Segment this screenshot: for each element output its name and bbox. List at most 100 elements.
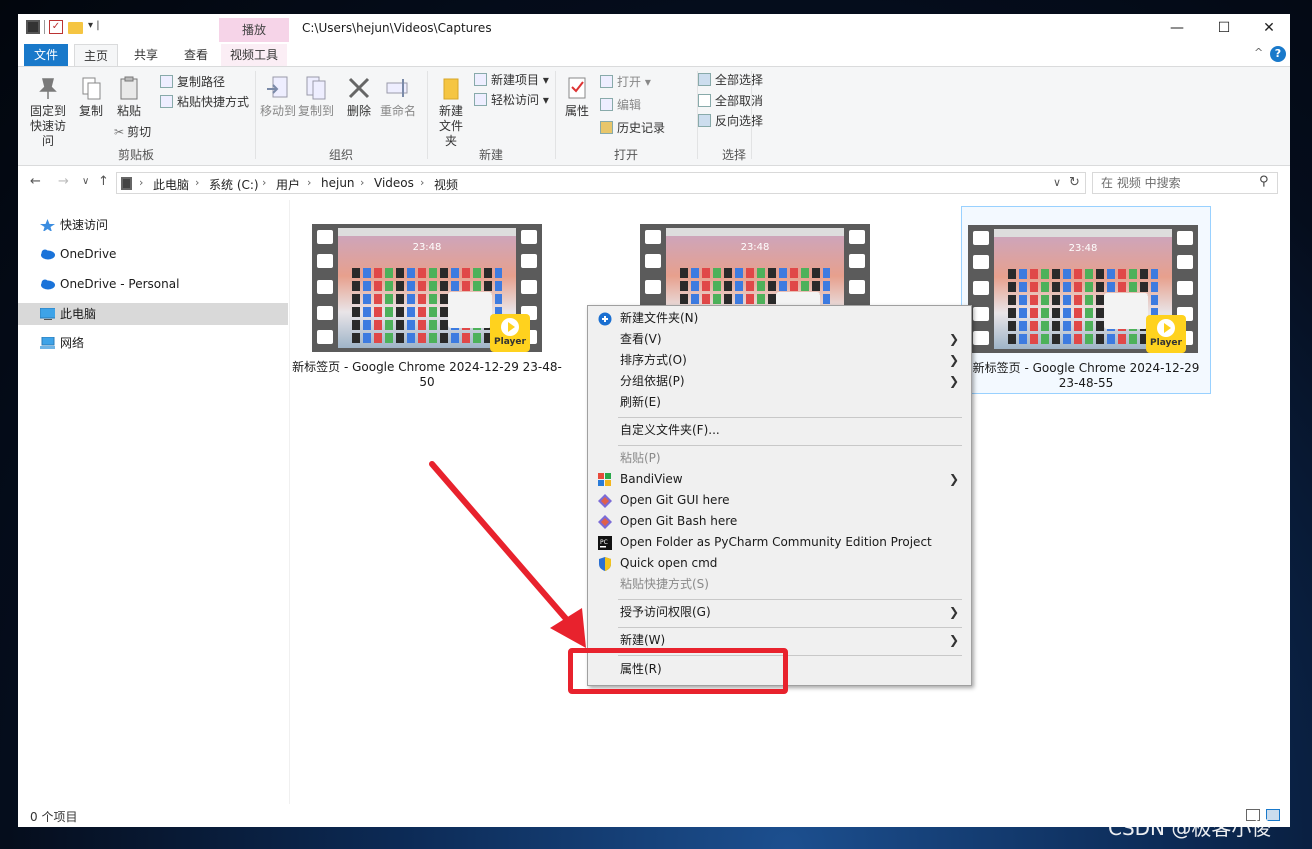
menu-item-new-folder[interactable]: 新建文件夹(N)	[590, 308, 969, 329]
properties-button[interactable]: 属性	[562, 75, 592, 119]
tab-file[interactable]: 文件	[24, 44, 68, 66]
tab-video-tools[interactable]: 视频工具	[221, 44, 287, 66]
menu-item-sort-by[interactable]: 排序方式(O) ❯	[590, 350, 969, 371]
this-pc-icon	[121, 177, 132, 190]
ribbon: 固定到快速访问 复制 粘贴 复制路径 粘贴快捷方式 ✂ 剪切 剪贴板 移动到 复…	[18, 66, 1290, 166]
move-to-button[interactable]: 移动到	[260, 75, 296, 119]
menu-item-quick-open-cmd[interactable]: Quick open cmd	[590, 553, 969, 574]
search-input[interactable]	[1093, 173, 1253, 193]
file-item[interactable]: 23:48 Player 新标签页 - Google Chrome 2024-1…	[292, 206, 562, 394]
breadcrumb-separator[interactable]: ›	[360, 176, 364, 189]
tab-share[interactable]: 共享	[124, 44, 168, 66]
pin-quick-access-button[interactable]: 固定到快速访问	[22, 75, 74, 149]
address-bar[interactable]: › 此电脑 › 系统 (C:) › 用户 › hejun › Videos › …	[116, 172, 1086, 194]
menu-item-customize-folder[interactable]: 自定义文件夹(F)...	[590, 420, 969, 441]
back-arrow-icon[interactable]: ←	[30, 174, 41, 189]
select-all-button[interactable]: 全部选择	[698, 71, 763, 89]
tab-home[interactable]: 主页	[74, 44, 118, 66]
chevron-up-icon[interactable]: ^	[1254, 46, 1263, 59]
menu-item-give-access[interactable]: 授予访问权限(G) ❯	[590, 602, 969, 623]
submenu-arrow-icon: ❯	[948, 472, 959, 486]
invert-selection-button[interactable]: 反向选择	[698, 112, 763, 130]
breadcrumb-videos[interactable]: Videos	[374, 176, 414, 190]
rename-button[interactable]: 重命名	[378, 75, 418, 119]
new-group-label: 新建	[478, 148, 503, 162]
git-icon	[598, 515, 612, 529]
open-button[interactable]: 打开 ▾	[600, 73, 651, 91]
edit-button[interactable]: 编辑	[600, 96, 641, 114]
copy-path-icon	[160, 75, 173, 88]
copy-to-button[interactable]: 复制到	[298, 75, 334, 119]
invert-selection-icon	[698, 114, 711, 127]
menu-separator	[618, 627, 962, 628]
select-none-button[interactable]: 全部取消	[698, 92, 763, 110]
ribbon-tabs: 文件 主页 共享 查看 视频工具 ^ ?	[18, 42, 1290, 66]
properties-check-icon[interactable]: ✓	[49, 20, 63, 34]
nav-item-onedrive-personal[interactable]: OneDrive - Personal	[18, 273, 288, 295]
close-button[interactable]: ✕	[1246, 14, 1290, 42]
context-menu: 新建文件夹(N) 查看(V) ❯ 排序方式(O) ❯ 分组依据(P) ❯ 刷新(…	[587, 305, 972, 686]
cut-button[interactable]: ✂ 剪切	[114, 123, 151, 141]
play-icon	[501, 318, 519, 336]
select-group: 全部选择 全部取消 反向选择 选择	[698, 67, 770, 165]
help-icon[interactable]: ?	[1270, 46, 1286, 62]
minimize-button[interactable]: —	[1154, 14, 1200, 42]
new-folder-icon[interactable]	[68, 22, 83, 34]
breadcrumb-separator[interactable]: ›	[139, 176, 143, 189]
submenu-arrow-icon: ❯	[948, 374, 959, 388]
menu-item-git-gui[interactable]: Open Git GUI here	[590, 490, 969, 511]
submenu-arrow-icon: ❯	[948, 353, 959, 367]
tab-view[interactable]: 查看	[174, 44, 218, 66]
properties-check-icon	[568, 77, 586, 99]
new-item-button[interactable]: 新建项目 ▾	[474, 71, 549, 89]
delete-button[interactable]: 删除	[344, 75, 374, 119]
forward-arrow-icon[interactable]: →	[58, 174, 69, 189]
menu-item-paste[interactable]: 粘贴(P)	[590, 448, 969, 469]
breadcrumb-separator[interactable]: ›	[195, 176, 199, 189]
menu-item-bandiview[interactable]: BandiView ❯	[590, 469, 969, 490]
menu-separator	[618, 599, 962, 600]
breadcrumb-users[interactable]: 用户	[276, 176, 300, 193]
up-arrow-icon[interactable]: ↑	[98, 174, 109, 189]
breadcrumb-this-pc[interactable]: 此电脑	[153, 176, 189, 193]
refresh-icon[interactable]: ↻	[1069, 175, 1080, 190]
menu-item-refresh[interactable]: 刷新(E)	[590, 392, 969, 413]
nav-item-quick-access[interactable]: 快速访问	[18, 214, 288, 236]
nav-item-network[interactable]: 网络	[18, 332, 288, 354]
file-item-selected[interactable]: 23:48 Player 新标签页 - Google Chrome 2024-1…	[961, 206, 1211, 394]
breadcrumb-separator[interactable]: ›	[307, 176, 311, 189]
clipboard-group: 固定到快速访问 复制 粘贴 复制路径 粘贴快捷方式 ✂ 剪切 剪贴板	[18, 67, 254, 165]
nav-item-this-pc[interactable]: 此电脑	[18, 303, 288, 325]
breadcrumb-separator[interactable]: ›	[262, 176, 266, 189]
copy-button[interactable]: 复制	[76, 75, 106, 119]
paste-shortcut-button[interactable]: 粘贴快捷方式	[160, 93, 249, 111]
paste-button[interactable]: 粘贴	[114, 75, 144, 119]
svg-text:PC: PC	[600, 539, 608, 546]
app-icon[interactable]	[26, 20, 40, 34]
qat-dropdown-icon[interactable]: ▾ |	[88, 20, 100, 36]
menu-item-git-bash[interactable]: Open Git Bash here	[590, 511, 969, 532]
organize-group: 移动到 复制到 删除 重命名 组织	[256, 67, 426, 165]
easy-access-button[interactable]: 轻松访问 ▾	[474, 91, 549, 109]
chevron-down-icon[interactable]: ∨	[1053, 176, 1061, 189]
search-icon[interactable]: ⚲	[1259, 174, 1269, 189]
new-folder-button[interactable]: 新建文件夹	[432, 75, 470, 149]
breadcrumb-separator[interactable]: ›	[420, 176, 424, 189]
breadcrumb-system-c[interactable]: 系统 (C:)	[209, 176, 259, 193]
breadcrumb-video-folder[interactable]: 视频	[434, 176, 458, 193]
menu-item-group-by[interactable]: 分组依据(P) ❯	[590, 371, 969, 392]
menu-item-paste-shortcut[interactable]: 粘贴快捷方式(S)	[590, 574, 969, 595]
breadcrumb-hejun[interactable]: hejun	[321, 176, 355, 190]
history-button[interactable]: 历史记录	[600, 119, 665, 137]
nav-item-onedrive[interactable]: OneDrive	[18, 243, 288, 265]
edit-icon	[600, 98, 613, 111]
group-separator	[751, 71, 752, 159]
menu-item-pycharm[interactable]: PC Open Folder as PyCharm Community Edit…	[590, 532, 969, 553]
recent-locations-icon[interactable]: ∨	[82, 176, 89, 187]
menu-item-view[interactable]: 查看(V) ❯	[590, 329, 969, 350]
organize-group-label: 组织	[328, 148, 353, 162]
maximize-button[interactable]: ☐	[1201, 14, 1247, 42]
context-tab-play[interactable]: 播放	[219, 18, 289, 42]
search-box[interactable]: ⚲	[1092, 172, 1278, 194]
copy-path-button[interactable]: 复制路径	[160, 73, 225, 91]
